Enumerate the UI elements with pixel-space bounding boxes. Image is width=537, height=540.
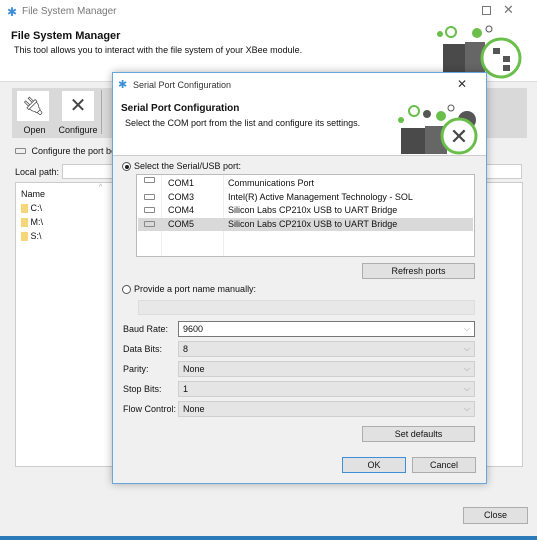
folder-icon <box>21 218 28 228</box>
parity-value: None <box>183 364 205 374</box>
select-port-label: Select the Serial/USB port: <box>134 161 242 171</box>
refresh-ports-button[interactable]: Refresh ports <box>362 263 475 279</box>
file-item-label: S:\ <box>30 231 42 241</box>
cancel-button[interactable]: Cancel <box>412 457 476 473</box>
chevron-down-icon: ⌵ <box>463 344 470 353</box>
chevron-down-icon: ⌵ <box>463 324 470 333</box>
port-description: Silicon Labs CP210x USB to UART Bridge <box>228 205 398 215</box>
dialog-app-icon: ✱ <box>118 79 128 91</box>
toolbar-divider <box>101 90 102 134</box>
stop-bits-label: Stop Bits: <box>123 384 162 394</box>
sort-icon: ^ <box>99 184 103 191</box>
port-description: Intel(R) Active Management Technology - … <box>228 191 413 202</box>
dialog-titlebar: ✱ Serial Port Configuration ✕ <box>113 73 486 96</box>
stop-bits-combo[interactable]: 1 ⌵ <box>178 381 475 397</box>
data-bits-value: 8 <box>183 344 189 354</box>
port-name: COM4 <box>168 205 195 215</box>
serial-port-icon <box>144 207 155 213</box>
dialog-close-icon[interactable]: ✕ <box>457 77 467 91</box>
port-row[interactable]: COM1 Communications Port <box>138 177 473 190</box>
configure-logo-icon: ✕ <box>398 104 478 155</box>
file-item-label: M:\ <box>30 217 44 227</box>
port-description: Silicon Labs CP210x USB to UART Bridge <box>228 218 398 229</box>
parity-combo[interactable]: None ⌵ <box>178 361 475 377</box>
main-titlebar: ✱ File System Manager ✕ <box>0 0 537 24</box>
close-button[interactable]: Close <box>463 507 528 524</box>
baud-rate-label: Baud Rate: <box>123 324 169 334</box>
file-item-label: C:\ <box>30 203 43 213</box>
manual-port-radio[interactable]: Provide a port name manually: <box>122 284 257 295</box>
wrench-icon: ✕ <box>62 91 94 121</box>
serial-port-icon <box>144 193 155 200</box>
flow-control-label: Flow Control: <box>123 404 177 414</box>
flow-control-value: None <box>183 404 205 414</box>
baud-rate-combo[interactable]: 9600 ⌵ <box>178 321 475 337</box>
serial-port-icon <box>144 220 155 227</box>
serial-port-icon <box>144 177 155 183</box>
parity-label: Parity: <box>123 364 149 374</box>
dialog-header: Serial Port Configuration Select the COM… <box>113 96 486 156</box>
manual-port-label: Provide a port name manually: <box>134 284 257 294</box>
serial-port-dialog: ✱ Serial Port Configuration ✕ Serial Por… <box>112 72 487 484</box>
port-name: COM5 <box>168 218 195 229</box>
plug-icon: 🔌︎ <box>17 91 49 121</box>
folder-icon <box>21 204 28 214</box>
port-row[interactable]: COM4 Silicon Labs CP210x USB to UART Brid… <box>138 204 473 217</box>
app-icon: ✱ <box>7 5 18 19</box>
status-text: Configure the port be <box>31 146 117 156</box>
dialog-title: Serial Port Configuration <box>133 80 232 90</box>
data-bits-label: Data Bits: <box>123 344 163 354</box>
header-subtitle: This tool allows you to interact with th… <box>14 45 303 55</box>
maximize-icon[interactable] <box>482 6 491 15</box>
ok-button[interactable]: OK <box>342 457 406 473</box>
set-defaults-button[interactable]: Set defaults <box>362 426 475 442</box>
configure-label: Configure <box>58 125 98 135</box>
port-name: COM3 <box>168 191 195 202</box>
dialog-header-subtitle: Select the COM port from the list and co… <box>125 118 361 128</box>
header-title: File System Manager <box>11 30 121 42</box>
name-column-header[interactable]: Name <box>21 189 45 199</box>
chevron-down-icon: ⌵ <box>463 404 470 413</box>
port-row-selected[interactable]: COM5 Silicon Labs CP210x USB to UART Brid… <box>138 217 473 231</box>
select-port-radio[interactable]: Select the Serial/USB port: <box>122 161 242 172</box>
window-title: File System Manager <box>22 6 117 17</box>
file-item[interactable]: S:\ <box>21 231 42 242</box>
file-item[interactable]: C:\ <box>21 203 43 214</box>
stop-bits-value: 1 <box>183 384 189 394</box>
open-label: Open <box>23 125 46 135</box>
status-line: Configure the port be <box>15 146 116 156</box>
close-icon[interactable]: ✕ <box>503 2 514 18</box>
folder-icon <box>21 232 28 242</box>
svg-text:✕: ✕ <box>450 125 468 150</box>
taskbar-edge <box>0 536 537 540</box>
serial-port-icon <box>15 148 26 154</box>
open-button[interactable]: 🔌︎ Open <box>17 91 52 137</box>
data-bits-combo[interactable]: 8 ⌵ <box>178 341 475 357</box>
configure-button[interactable]: ✕ Configure <box>58 91 98 137</box>
flow-control-combo[interactable]: None ⌵ <box>178 401 475 417</box>
port-description: Communications Port <box>228 178 315 188</box>
port-row[interactable]: COM3 Intel(R) Active Management Technolog… <box>138 191 473 204</box>
port-name: COM1 <box>168 178 195 188</box>
chevron-down-icon: ⌵ <box>463 384 470 393</box>
chevron-down-icon: ⌵ <box>463 364 470 373</box>
local-path-label: Local path: <box>15 167 60 177</box>
dialog-header-title: Serial Port Configuration <box>121 103 240 114</box>
baud-rate-value: 9600 <box>183 324 204 334</box>
file-item[interactable]: M:\ <box>21 217 44 228</box>
manual-port-input[interactable] <box>138 300 475 315</box>
